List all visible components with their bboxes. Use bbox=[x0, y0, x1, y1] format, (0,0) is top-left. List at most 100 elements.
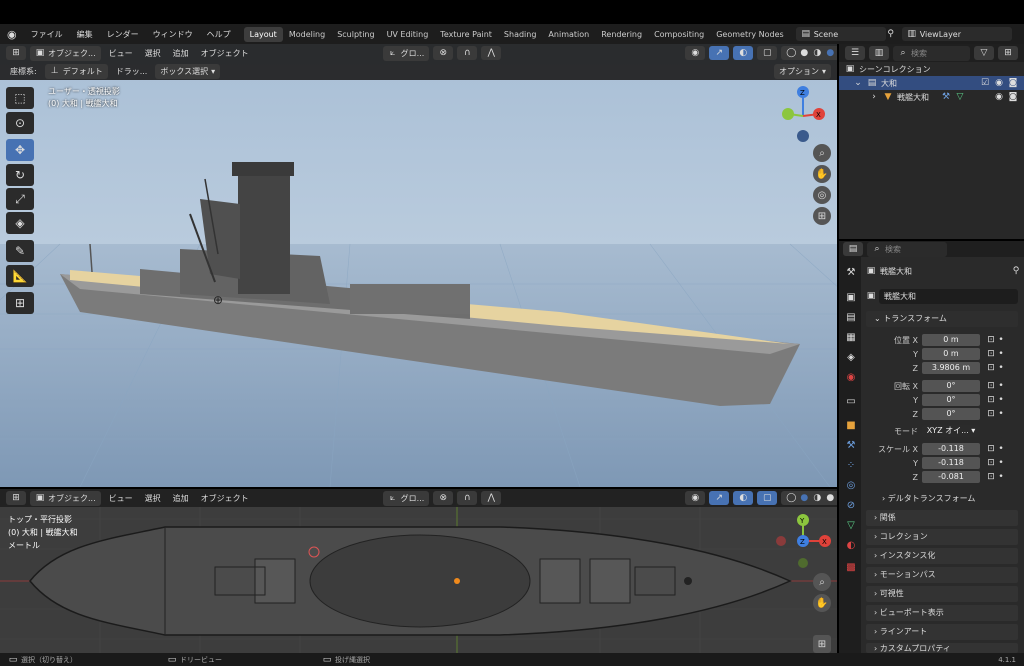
outliner-type-button[interactable]: ☰ bbox=[845, 46, 865, 60]
snap-toggle[interactable]: ∩ bbox=[457, 46, 478, 60]
object-tab-icon[interactable]: ■ bbox=[844, 419, 858, 433]
motion-paths-section[interactable]: › モーションパス bbox=[866, 567, 1018, 583]
transform-orientation-dropdown-bottom[interactable]: ⟀ グロ... bbox=[382, 490, 430, 506]
location-z-field[interactable]: 3.9806 m bbox=[922, 362, 980, 374]
tab-rendering[interactable]: Rendering bbox=[595, 27, 648, 42]
menu-select[interactable]: 選択 bbox=[141, 48, 165, 59]
checkbox-icon[interactable]: ☑ bbox=[980, 78, 990, 88]
tab-texture-paint[interactable]: Texture Paint bbox=[434, 27, 498, 42]
data-tab-icon[interactable]: ▽ bbox=[844, 519, 858, 533]
tab-geometry-nodes[interactable]: Geometry Nodes bbox=[710, 27, 789, 42]
collection-tab-icon[interactable]: ▭ bbox=[844, 395, 858, 409]
lock-icon[interactable]: ⊡ bbox=[986, 472, 996, 482]
tab-shading[interactable]: Shading bbox=[498, 27, 543, 42]
transform-tool[interactable]: ◈ bbox=[6, 212, 34, 234]
display-mode-dropdown[interactable]: ▥ bbox=[869, 46, 889, 60]
keyframe-dot-icon[interactable]: • bbox=[996, 335, 1006, 345]
lock-icon[interactable]: ⊡ bbox=[986, 458, 996, 468]
visibility-section[interactable]: › 可視性 bbox=[866, 586, 1018, 602]
outliner-search[interactable]: ⌕ 検索 bbox=[893, 45, 970, 61]
pivot-dropdown[interactable]: ⊗ bbox=[433, 46, 454, 60]
outliner-row-object[interactable]: › ▼ 戦艦大和 ⚒ ▽ ◉ ◙ bbox=[839, 90, 1024, 104]
constraints-tab-icon[interactable]: ⊘ bbox=[844, 499, 858, 513]
relations-section[interactable]: › 関係 bbox=[866, 510, 1018, 526]
pan-hand-icon-bottom[interactable]: ✋ bbox=[813, 594, 831, 612]
visibility-dropdown[interactable]: ◉ bbox=[685, 46, 706, 60]
rotate-tool[interactable]: ↻ bbox=[6, 164, 34, 186]
menu-object[interactable]: オブジェクト bbox=[197, 48, 253, 59]
camera-render-icon[interactable]: ◙ bbox=[1008, 92, 1018, 102]
zoom-icon[interactable]: ⌕ bbox=[813, 144, 831, 162]
lock-icon[interactable]: ⊡ bbox=[986, 349, 996, 359]
tab-animation[interactable]: Animation bbox=[542, 27, 595, 42]
collections-section[interactable]: › コレクション bbox=[866, 529, 1018, 545]
menu-select-bottom[interactable]: 選択 bbox=[141, 493, 165, 504]
keyframe-dot-icon[interactable]: • bbox=[996, 349, 1006, 359]
texture-tab-icon[interactable]: ▩ bbox=[844, 561, 858, 575]
proportional-toggle[interactable]: ⋀ bbox=[481, 46, 502, 60]
options-dropdown[interactable]: オプション ▾ bbox=[773, 63, 831, 79]
visibility-dropdown-bottom[interactable]: ◉ bbox=[685, 491, 706, 505]
zoom-icon-bottom[interactable]: ⌕ bbox=[813, 573, 831, 591]
xray-toggle[interactable]: ▢ bbox=[757, 46, 778, 60]
menu-add[interactable]: 追加 bbox=[169, 48, 193, 59]
keyframe-dot-icon[interactable]: • bbox=[996, 472, 1006, 482]
scale-tool[interactable]: ⤢ bbox=[6, 188, 34, 210]
eye-icon[interactable]: ◉ bbox=[994, 92, 1004, 102]
keyframe-dot-icon[interactable]: • bbox=[996, 363, 1006, 373]
material-tab-icon[interactable]: ◐ bbox=[844, 539, 858, 553]
pin-icon[interactable]: ⚲ bbox=[1011, 266, 1021, 276]
menu-window[interactable]: ウィンドウ bbox=[146, 29, 200, 40]
gizmo-toggle[interactable]: ↗ bbox=[709, 46, 730, 60]
custom-properties-section[interactable]: › カスタムプロパティ bbox=[866, 643, 1018, 653]
viewport-bottom[interactable]: ⊞ ▣ オブジェク... ビュー 選択 追加 オブジェクト ⟀ グロ... ⊗ ∩ … bbox=[0, 489, 837, 653]
scene-tab-icon[interactable]: ◈ bbox=[844, 351, 858, 365]
ortho-grid-icon-bottom[interactable]: ⊞ bbox=[813, 635, 831, 653]
filter-dropdown[interactable]: ▽ bbox=[974, 46, 994, 60]
navigation-gizmo[interactable]: Z X bbox=[775, 84, 835, 154]
viewlayer-selector[interactable]: ▥ ViewLayer bbox=[901, 27, 1012, 41]
editor-type-button-bottom[interactable]: ⊞ bbox=[6, 491, 26, 505]
line-art-section[interactable]: › ラインアート bbox=[866, 624, 1018, 640]
menu-object-bottom[interactable]: オブジェクト bbox=[197, 493, 253, 504]
location-x-field[interactable]: 0 m bbox=[922, 334, 980, 346]
overlay-toggle[interactable]: ◐ bbox=[733, 46, 754, 60]
xray-toggle-bottom[interactable]: ▢ bbox=[757, 491, 778, 505]
gizmo-toggle-bottom[interactable]: ↗ bbox=[709, 491, 730, 505]
render-tab-icon[interactable]: ▣ bbox=[844, 291, 858, 305]
measure-tool[interactable]: 📐 bbox=[6, 265, 34, 287]
keyframe-dot-icon[interactable]: • bbox=[996, 409, 1006, 419]
editor-type-button[interactable]: ⊞ bbox=[6, 46, 26, 60]
data-name-field[interactable]: 戦艦大和 bbox=[879, 288, 1018, 304]
menu-help[interactable]: ヘルプ bbox=[200, 29, 238, 40]
lock-icon[interactable]: ⊡ bbox=[986, 409, 996, 419]
ortho-grid-icon[interactable]: ⊞ bbox=[813, 207, 831, 225]
annotate-tool[interactable]: ✎ bbox=[6, 240, 34, 262]
world-tab-icon[interactable]: ◉ bbox=[844, 371, 858, 385]
lock-icon[interactable]: ⊡ bbox=[986, 381, 996, 391]
outliner-row-root[interactable]: ▣ シーンコレクション bbox=[839, 62, 1024, 76]
move-tool[interactable]: ✥ bbox=[6, 139, 34, 161]
navigation-gizmo-bottom[interactable]: Y X Z bbox=[775, 513, 835, 569]
snap-toggle-bottom[interactable]: ∩ bbox=[457, 491, 478, 505]
select-box-tool[interactable]: ⬚ bbox=[6, 87, 34, 109]
coord-system-dropdown[interactable]: ⊥ デフォルト bbox=[44, 63, 108, 79]
menu-file[interactable]: ファイル bbox=[24, 29, 70, 40]
properties-search[interactable]: ⌕ 検索 bbox=[867, 241, 947, 257]
viewport-display-section[interactable]: › ビューポート表示 bbox=[866, 605, 1018, 621]
location-y-field[interactable]: 0 m bbox=[922, 348, 980, 360]
blender-logo-icon[interactable]: ◉ bbox=[0, 28, 24, 41]
keyframe-dot-icon[interactable]: • bbox=[996, 458, 1006, 468]
scale-y-field[interactable]: -0.118 bbox=[922, 457, 980, 469]
shading-modes[interactable]: ◯ ● ◑ ● bbox=[781, 46, 837, 60]
view-layer-tab-icon[interactable]: ▦ bbox=[844, 331, 858, 345]
new-collection-button[interactable]: ⊞ bbox=[998, 46, 1018, 60]
add-cube-tool[interactable]: ⊞ bbox=[6, 292, 34, 314]
instancing-section[interactable]: › インスタンス化 bbox=[866, 548, 1018, 564]
scale-x-field[interactable]: -0.118 bbox=[922, 443, 980, 455]
tab-sculpting[interactable]: Sculpting bbox=[331, 27, 380, 42]
physics-tab-icon[interactable]: ◎ bbox=[844, 479, 858, 493]
outliner-row-collection[interactable]: ⌄ ▤ 大和 ☑ ◉ ◙ bbox=[839, 76, 1024, 90]
properties-type-button[interactable]: ▤ bbox=[843, 242, 863, 256]
transform-orientation-dropdown[interactable]: ⟀ グロ... bbox=[382, 45, 430, 61]
